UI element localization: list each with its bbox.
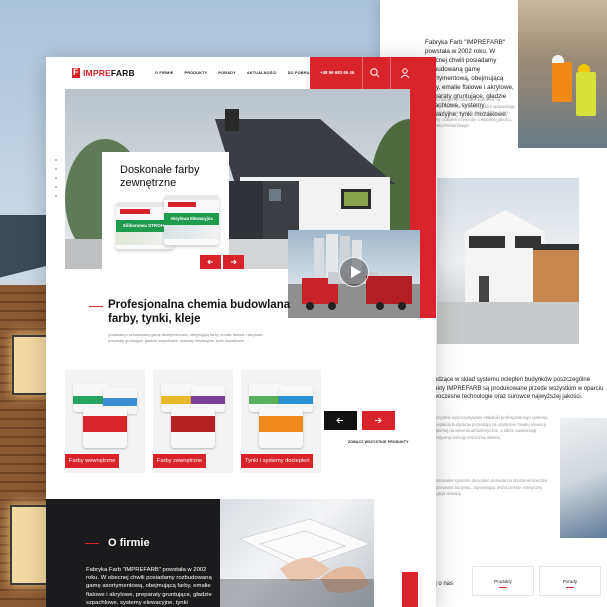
product-label: Farby zewnętrzne xyxy=(153,454,207,468)
top-navigation: IMPREFARB O FIRMIE PRODUKTY PORADY AKTUA… xyxy=(46,57,436,89)
product-card-exterior[interactable]: Farby zewnętrzne xyxy=(153,370,233,473)
main-page-mockup: IMPREFARB O FIRMIE PRODUKTY PORADY AKTUA… xyxy=(46,57,436,607)
play-icon xyxy=(351,266,361,278)
search-icon[interactable] xyxy=(369,67,381,79)
hero-prev-button[interactable] xyxy=(200,255,221,269)
back-system-text: Wchodzące w skład systemu ociepleń budyn… xyxy=(422,377,604,400)
about-accent-strip xyxy=(402,572,418,607)
back-card-tips[interactable]: Porady xyxy=(539,566,601,596)
menu-item-products[interactable]: PRODUKTY xyxy=(184,71,207,75)
back-card-label: Produkty xyxy=(494,579,512,584)
back-grey-text-2: Wszystkie wykorzystywane składniki profe… xyxy=(432,415,548,440)
accent-strip xyxy=(420,230,436,318)
hero-accent-strip xyxy=(410,89,436,230)
see-all-products-link[interactable]: ZOBACZ WSZYSTKIE PRODUKTY xyxy=(348,440,409,444)
menu-item-news[interactable]: AKTUALNOŚCI xyxy=(247,71,277,75)
hero-card: Doskonałe farby zewnętrzne Silikonowa ST… xyxy=(102,152,244,269)
logo-suffix: FARB xyxy=(110,68,135,78)
modern-house-photo xyxy=(437,178,579,344)
paint-bucket-image xyxy=(83,408,127,448)
arrow-left-icon xyxy=(207,259,213,265)
product-label: Farby wewnętrzne xyxy=(65,454,120,468)
about-section: O firmie Fabryka Farb "IMPREFARB" powsta… xyxy=(46,499,374,607)
product-card-plasters[interactable]: Tynki i systemy dociepleń xyxy=(241,370,321,473)
hero-pagination-dots xyxy=(55,159,59,204)
paint-bucket-image xyxy=(171,408,215,448)
bucket-band-label: Akrylowa Elewacyjna xyxy=(164,213,219,225)
about-accent-line xyxy=(85,543,99,544)
intro-heading: Profesjonalna chemia budowlana farby, ty… xyxy=(108,299,291,325)
menu-item-tips[interactable]: PORADY xyxy=(218,71,235,75)
user-icon[interactable] xyxy=(399,67,411,79)
logo[interactable]: IMPREFARB xyxy=(72,67,135,78)
back-card-label: Porady xyxy=(562,579,578,584)
back-card-products[interactable]: Produkty xyxy=(472,566,534,596)
products-prev-button[interactable] xyxy=(324,411,357,430)
hero-next-button[interactable] xyxy=(223,255,244,269)
workers-photo xyxy=(518,0,607,148)
nav-contact-bar: +48 56 683 65 46 xyxy=(310,57,436,89)
logo-prefix: IMPRE xyxy=(83,68,111,78)
worker-arm-photo xyxy=(560,418,607,538)
product-categories: Farby wewnętrzne Farby zewnętrzne Tynki … xyxy=(65,370,321,473)
arrow-right-icon xyxy=(375,417,382,424)
products-next-button[interactable] xyxy=(362,411,395,430)
back-text-column xyxy=(579,178,607,344)
paint-bucket-image xyxy=(259,408,303,448)
about-title: O firmie xyxy=(108,537,150,549)
intro-text: posiadamy rozbudowaną gamę asortymentową… xyxy=(108,333,264,343)
arrow-right-icon xyxy=(231,259,237,265)
arrow-left-icon xyxy=(336,417,343,424)
about-text: Fabryka Farb "IMPREFARB" powstała w 2002… xyxy=(86,567,212,606)
architect-plans-photo xyxy=(220,499,374,607)
heading-accent-line xyxy=(89,306,103,307)
product-label: Tynki i systemy dociepleń xyxy=(241,454,314,468)
menu-item-about[interactable]: O FIRMIE xyxy=(155,71,173,75)
back-grey-text: Jakość naszych produktów opiera się na s… xyxy=(425,97,515,128)
phone-number[interactable]: +48 56 683 65 46 xyxy=(320,70,354,75)
back-grey-text-3: Stosowanie systemu dociepleń pozwala na … xyxy=(432,478,548,496)
product-card-interior[interactable]: Farby wewnętrzne xyxy=(65,370,145,473)
logo-icon xyxy=(72,67,80,78)
paint-bucket-acrylic: Akrylowa Elewacyjna xyxy=(164,195,219,245)
hero-title: Doskonałe farby zewnętrzne xyxy=(120,164,200,189)
video-play-button[interactable] xyxy=(339,257,369,287)
